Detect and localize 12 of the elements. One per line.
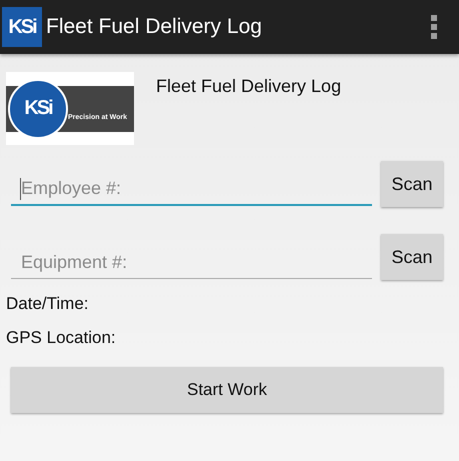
start-work-button[interactable]: Start Work: [11, 367, 443, 413]
app-logo: KSi: [2, 7, 42, 47]
text-cursor: [20, 178, 21, 200]
input-field[interactable]: Employee #:: [11, 161, 372, 206]
app-title: Fleet Fuel Delivery Log: [46, 15, 263, 39]
scan-button[interactable]: Scan: [381, 234, 443, 280]
logo-mark: KSi: [24, 97, 52, 120]
input-field[interactable]: Equipment #:: [11, 234, 372, 279]
scan-button[interactable]: Scan: [381, 161, 443, 207]
info-label: GPS Location:: [6, 328, 117, 348]
page-title: Fleet Fuel Delivery Log: [156, 76, 342, 97]
info-label: Date/Time:: [6, 294, 90, 314]
